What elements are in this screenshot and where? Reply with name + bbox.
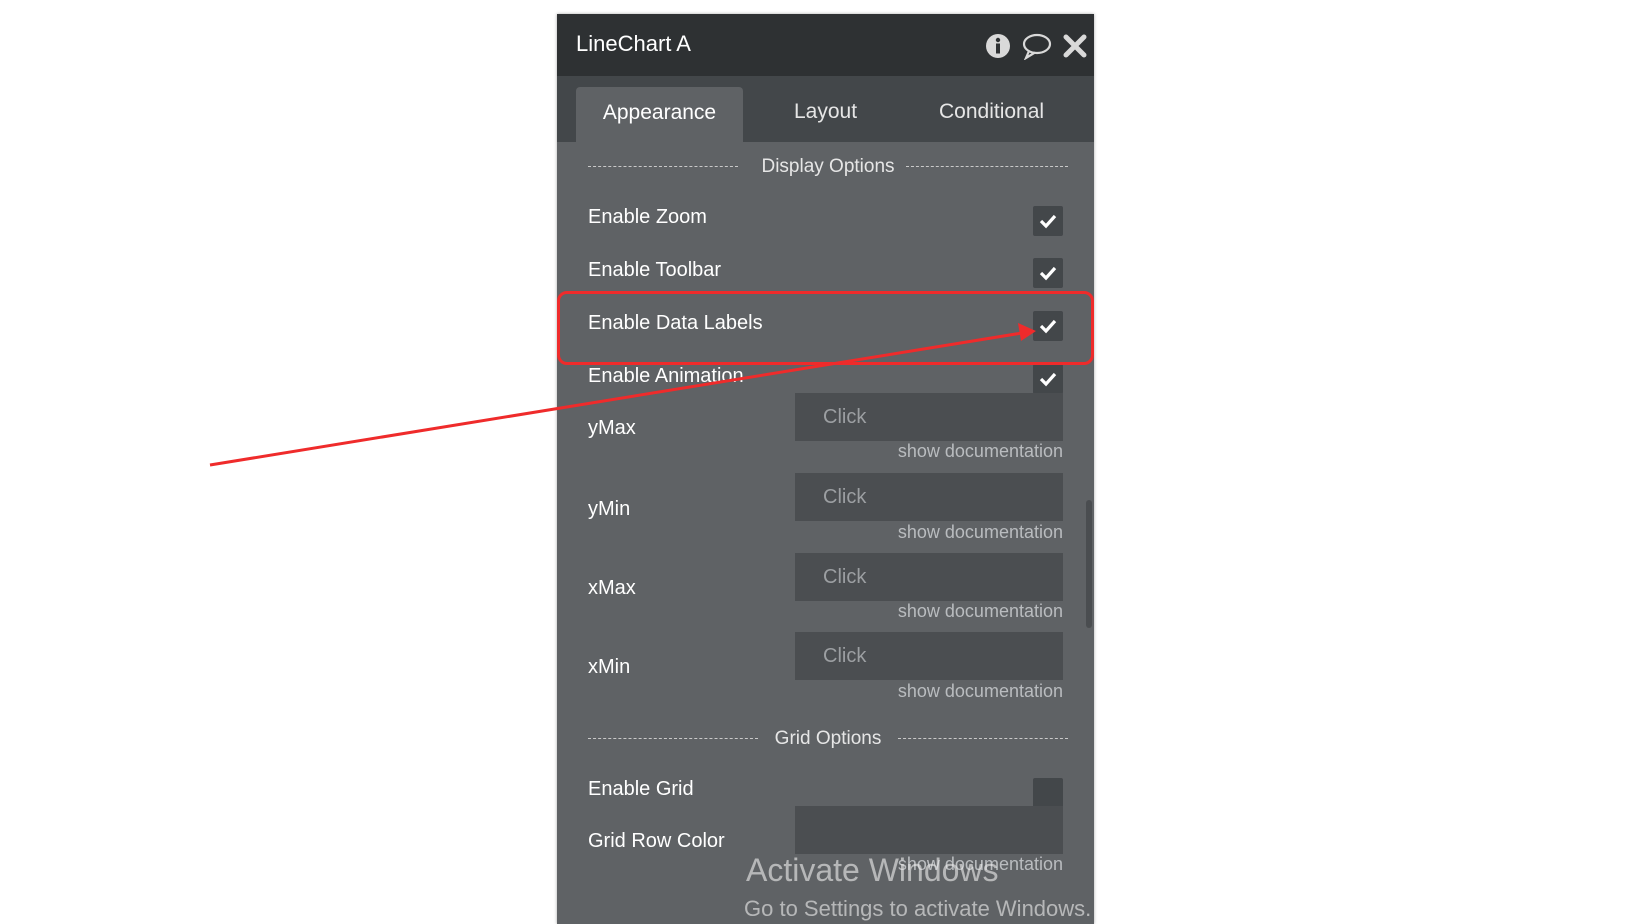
activate-windows-watermark: Activate Windows (746, 852, 999, 888)
annotation-arrow (209, 323, 1036, 467)
activate-windows-subtitle: Go to Settings to activate Windows. (744, 896, 1092, 921)
